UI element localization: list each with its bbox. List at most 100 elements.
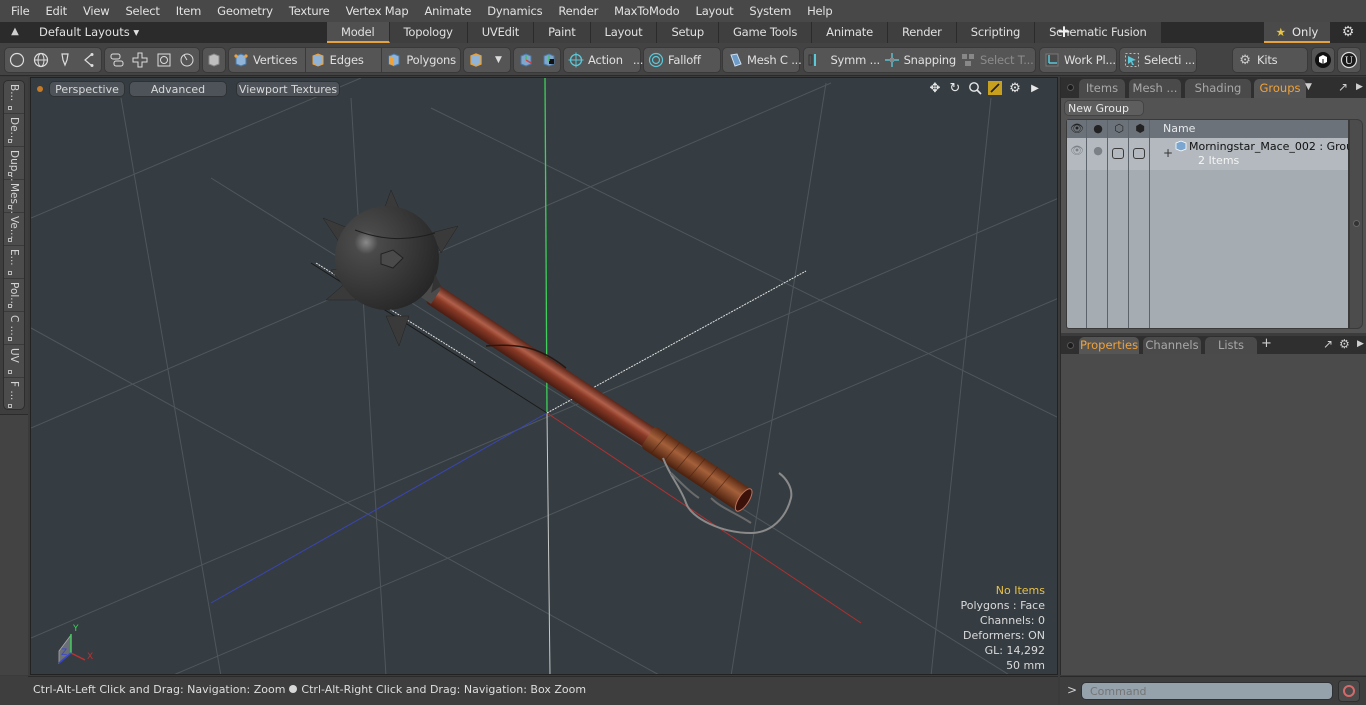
left-tab-fusion[interactable]: F ... [4,378,24,411]
menu-help[interactable]: Help [799,0,840,22]
add-properties-tab-button[interactable]: + [1261,336,1272,352]
left-tab-uv[interactable]: UV [4,345,24,378]
properties-settings-gear-icon[interactable]: ⚙ [1339,336,1350,352]
left-tab-mesh-edit[interactable]: Mes... [4,180,24,214]
tab-render[interactable]: Render [887,22,957,43]
square-ring-icon[interactable] [152,48,176,72]
item-mode-cube-icon[interactable] [464,48,487,72]
group-row[interactable]: 👁 ● + Morningstar_Mace_002 : Group 2 Ite… [1067,138,1360,170]
expand-group-toggle[interactable]: + [1163,146,1173,160]
maximize-viewport-icon[interactable] [987,81,1003,97]
panel-maximize-icon[interactable]: ↗ [1338,79,1348,95]
transform-gizmo-icon[interactable] [514,48,537,72]
left-tab-basic[interactable]: B... [4,81,24,114]
viewport-expand-arrow-icon[interactable]: ▶ [1027,81,1043,97]
item-mode-dropdown-chevron-icon[interactable]: ▼ [487,48,510,72]
edges-mode-button[interactable]: Edges [306,48,382,72]
lock-cube-icon[interactable]: ⬡ [1112,122,1126,136]
mesh-constraints-button[interactable]: Mesh C ... [723,48,802,72]
select-through-button[interactable]: Select T... [956,48,1034,72]
row-select-toggle[interactable] [1133,148,1145,159]
kit-cube-icon[interactable] [1312,48,1334,72]
groups-list-scrollbar[interactable] [1349,119,1363,329]
menu-texture[interactable]: Texture [281,0,338,22]
globe-icon[interactable] [29,48,53,72]
tab-mesh-ops[interactable]: Mesh ... [1129,79,1181,98]
menu-dynamics[interactable]: Dynamics [479,0,550,22]
solid-cube-icon[interactable] [203,48,225,72]
layers-icon[interactable] [105,48,129,72]
layout-collapse-icon[interactable]: ▲ [9,26,21,38]
render-camera-icon[interactable]: ● [1091,122,1105,136]
tab-setup[interactable]: Setup [657,22,719,43]
pan-move-icon[interactable]: ✥ [927,81,943,97]
left-tab-polygon[interactable]: Pol... [4,279,24,312]
left-tab-vertex[interactable]: Ve... [4,213,24,246]
path-tool-icon[interactable] [77,48,101,72]
vertices-mode-button[interactable]: Vertices [229,48,305,72]
menu-render[interactable]: Render [550,0,606,22]
unreal-logo-icon[interactable]: U [1338,48,1360,72]
circle-select-icon[interactable] [5,48,29,72]
row-lock-toggle[interactable] [1112,148,1124,159]
tab-paint[interactable]: Paint [534,22,591,43]
record-macro-button[interactable] [1338,680,1360,702]
work-plane-button[interactable]: Work Pl... [1040,48,1116,72]
snapping-button[interactable]: Snapping [880,48,956,72]
new-group-button[interactable]: New Group [1064,100,1144,116]
menu-select[interactable]: Select [117,0,167,22]
add-layout-tab-button[interactable]: + [1056,22,1072,43]
left-tab-curve[interactable]: C ... [4,312,24,345]
tab-groups[interactable]: Groups [1254,79,1306,98]
pen-tool-icon[interactable] [53,48,77,72]
radial-icon[interactable] [176,48,200,72]
tab-lists[interactable]: Lists [1205,337,1257,354]
visibility-eye-icon[interactable]: 👁 [1070,122,1084,136]
properties-menu-dot[interactable] [1067,342,1074,349]
tab-scripting[interactable]: Scripting [956,22,1036,43]
tab-schematic-fusion[interactable]: Schematic Fusion [1035,22,1162,43]
menu-item[interactable]: Item [168,0,209,22]
morningstar-mace-model[interactable] [322,189,793,535]
unwrap-cross-icon[interactable] [129,48,153,72]
command-input[interactable] [1081,682,1333,700]
tab-layout[interactable]: Layout [590,22,658,43]
row-visibility-eye-icon[interactable]: 👁 [1070,144,1084,158]
tab-items[interactable]: Items [1079,79,1125,98]
viewport-settings-gear-icon[interactable]: ⚙ [1007,81,1023,97]
tab-animate[interactable]: Animate [812,22,888,43]
left-tab-duplicate[interactable]: Dup... [4,147,24,181]
tab-game-tools[interactable]: Game Tools [718,22,813,43]
menu-view[interactable]: View [75,0,118,22]
3d-viewport[interactable]: Y X Z Perspective Advanced Viewport Text… [30,77,1058,675]
scroll-handle[interactable] [1353,220,1360,227]
menu-system[interactable]: System [741,0,799,22]
pivot-gizmo-icon[interactable] [537,48,560,72]
tab-uvedit[interactable]: UVEdit [467,22,535,43]
tab-channels[interactable]: Channels [1143,337,1201,354]
action-center-button[interactable]: Action ... [564,48,643,72]
menu-vertex-map[interactable]: Vertex Map [338,0,417,22]
menu-edit[interactable]: Edit [37,0,74,22]
select-cube-icon[interactable]: ⬢ [1133,122,1147,136]
menu-geometry[interactable]: Geometry [209,0,281,22]
left-tab-deform[interactable]: De... [4,114,24,147]
symmetry-button[interactable]: Symm ... [804,48,880,72]
kits-button[interactable]: ⚙ Kits [1233,48,1277,72]
menu-layout[interactable]: Layout [688,0,742,22]
zoom-magnifier-icon[interactable] [967,81,983,97]
default-layouts-dropdown[interactable]: Default Layouts ▾ [39,22,139,43]
menu-file[interactable]: File [0,0,37,22]
tab-model[interactable]: Model [327,22,390,43]
falloff-button[interactable]: Falloff [644,48,701,72]
view-mode-dropdown[interactable]: Perspective [49,81,125,97]
row-render-icon[interactable]: ● [1091,144,1105,158]
menu-animate[interactable]: Animate [416,0,479,22]
tab-shading[interactable]: Shading [1185,79,1251,98]
properties-maximize-icon[interactable]: ↗ [1323,336,1333,352]
viewport-menu-dot[interactable] [37,86,43,92]
shading-mode-dropdown[interactable]: Advanced [129,81,227,97]
selection-sets-button[interactable]: Selecti ... [1120,48,1195,72]
viewport-textures-dropdown[interactable]: Viewport Textures [236,81,340,97]
only-favorites-toggle[interactable]: ★ Only [1264,22,1330,43]
